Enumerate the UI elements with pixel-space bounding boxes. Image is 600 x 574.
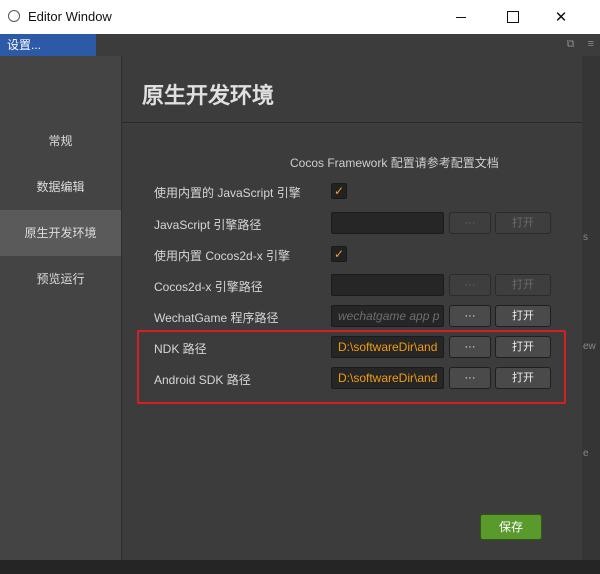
background-fragment: e xyxy=(583,448,589,459)
highlight-box xyxy=(137,330,566,404)
wechatgame-path-field[interactable]: wechatgame app p xyxy=(331,305,444,327)
sidebar-item-preview-run[interactable]: 预览运行 xyxy=(0,256,121,302)
check-icon: ✓ xyxy=(333,247,345,261)
background-fragment: ew xyxy=(583,341,596,352)
cocos-engine-open-button[interactable]: 打开 xyxy=(495,274,551,296)
check-icon: ✓ xyxy=(333,184,345,198)
menu-icon[interactable]: ≡ xyxy=(588,38,594,50)
dock-controls: ⧉ ≡ xyxy=(557,38,594,51)
minimize-button[interactable] xyxy=(438,0,484,34)
wechatgame-path-label: WechatGame 程序路径 xyxy=(154,311,279,325)
builtin-js-checkbox[interactable]: ✓ xyxy=(331,183,347,199)
wechatgame-open-button[interactable]: 打开 xyxy=(495,305,551,327)
cocos-engine-path-label: Cocos2d-x 引擎路径 xyxy=(154,280,263,294)
settings-sidebar: 常规 数据编辑 原生开发环境 预览运行 xyxy=(0,56,122,560)
maximize-button[interactable] xyxy=(490,0,536,34)
wechatgame-browse-button[interactable]: ··· xyxy=(449,305,491,327)
js-engine-open-button[interactable]: 打开 xyxy=(495,212,551,234)
cocos-engine-path-field[interactable] xyxy=(331,274,444,296)
sidebar-item-general[interactable]: 常规 xyxy=(0,118,121,164)
minimize-icon xyxy=(456,16,466,18)
js-engine-path-label: JavaScript 引擎路径 xyxy=(154,218,262,232)
close-icon: ✕ xyxy=(554,9,568,26)
window-title: Editor Window xyxy=(28,9,112,24)
builtin-cocos-checkbox[interactable]: ✓ xyxy=(331,246,347,262)
app-icon xyxy=(8,10,20,22)
background-bottom-bar xyxy=(0,560,600,574)
js-engine-browse-button[interactable]: ··· xyxy=(449,212,491,234)
title-bar: Editor Window ✕ xyxy=(0,0,600,34)
tab-settings[interactable]: 设置... xyxy=(0,34,96,56)
framework-doc-link[interactable]: Cocos Framework 配置请参考配置文档 xyxy=(290,154,499,171)
divider xyxy=(122,122,582,123)
builtin-js-label: 使用内置的 JavaScript 引擎 xyxy=(154,186,301,200)
close-button[interactable]: ✕ xyxy=(538,0,584,34)
builtin-cocos-label: 使用内置 Cocos2d-x 引擎 xyxy=(154,249,291,263)
settings-panel: 常规 数据编辑 原生开发环境 预览运行 原生开发环境 Cocos Framewo… xyxy=(0,56,582,560)
cocos-engine-browse-button[interactable]: ··· xyxy=(449,274,491,296)
save-button[interactable]: 保存 xyxy=(480,514,542,540)
js-engine-path-field[interactable] xyxy=(331,212,444,234)
background-fragment: s xyxy=(583,232,588,243)
background-editor-edge xyxy=(582,56,600,574)
maximize-icon xyxy=(507,11,519,23)
page-title: 原生开发环境 xyxy=(142,83,275,108)
popout-icon[interactable]: ⧉ xyxy=(567,38,575,50)
sidebar-item-data-editing[interactable]: 数据编辑 xyxy=(0,164,121,210)
settings-content: 原生开发环境 Cocos Framework 配置请参考配置文档 使用内置的 J… xyxy=(122,56,582,560)
sidebar-item-native-env[interactable]: 原生开发环境 xyxy=(0,210,121,256)
